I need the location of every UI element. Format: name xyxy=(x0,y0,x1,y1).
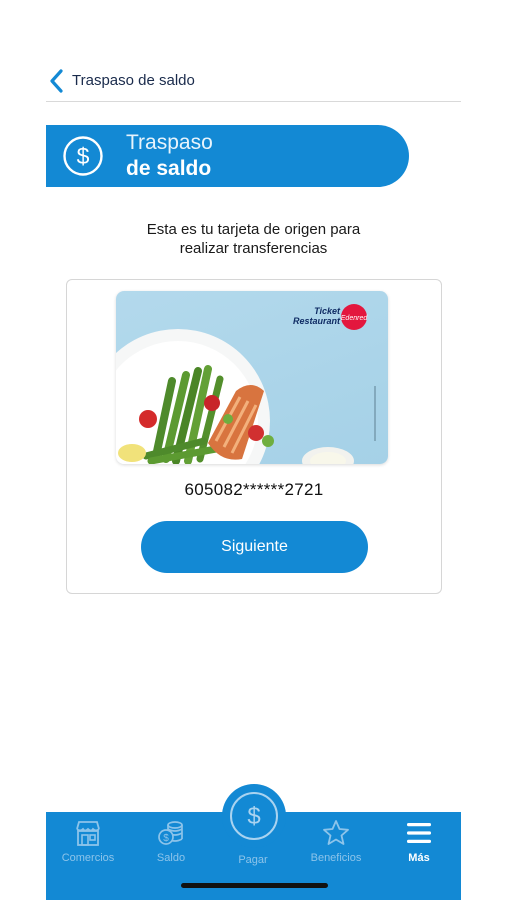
nav-title: Traspaso de saldo xyxy=(72,72,195,89)
card-illustration: Ticket Restaurant Edenred xyxy=(116,304,376,464)
tab-label: Saldo xyxy=(156,852,186,864)
card-brand-line1: Ticket xyxy=(314,306,341,316)
dollar-icon: $ xyxy=(247,803,260,830)
intro-text: Esta es tu tarjeta de origen para realiz… xyxy=(90,220,417,258)
tab-label: Beneficios xyxy=(310,852,362,864)
dollar-circle-icon: $ xyxy=(63,136,103,176)
svg-text:$: $ xyxy=(77,143,90,169)
card-number: 605082******2721 xyxy=(184,480,324,499)
top-nav-bar: Traspaso de saldo xyxy=(46,68,461,102)
section-banner: $ Traspaso de saldo xyxy=(46,125,409,187)
tab-pagar-button[interactable]: $ xyxy=(222,784,286,848)
pay-circle: $ xyxy=(230,792,278,840)
tab-label: Más xyxy=(408,852,430,864)
banner-title: Traspaso de saldo xyxy=(126,130,213,182)
coins-icon: $ xyxy=(158,821,183,845)
home-indicator xyxy=(181,883,328,888)
tab-label: Pagar xyxy=(238,854,268,866)
tab-mas[interactable]: Más xyxy=(384,818,454,864)
tab-label: Comercios xyxy=(61,852,115,864)
ticket-restaurant-card-image: Ticket Restaurant Edenred xyxy=(116,291,388,464)
tab-saldo[interactable]: $ Saldo xyxy=(136,818,206,864)
card-brand-badge: Edenred xyxy=(341,315,369,322)
banner-title-line2: de saldo xyxy=(126,157,212,180)
next-button[interactable]: Siguiente xyxy=(141,521,368,573)
svg-text:$: $ xyxy=(247,803,260,830)
tab-comercios[interactable]: Comercios xyxy=(53,818,123,864)
card-panel: Ticket Restaurant Edenred 605082******27… xyxy=(66,279,442,594)
tab-beneficios[interactable]: Beneficios xyxy=(301,818,371,864)
intro-line2: realizar transferencias xyxy=(179,240,328,257)
store-icon xyxy=(76,821,100,846)
back-button[interactable]: Traspaso de saldo xyxy=(46,68,195,94)
star-icon xyxy=(323,820,349,845)
intro-line1: Esta es tu tarjeta de origen para xyxy=(146,221,361,238)
tab-pagar[interactable]: Pagar xyxy=(218,850,288,866)
menu-icon xyxy=(407,823,431,843)
chevron-left-icon xyxy=(50,69,63,93)
svg-text:$: $ xyxy=(163,833,169,844)
banner-title-line1: Traspaso xyxy=(126,131,213,154)
card-brand-line2: Restaurant xyxy=(293,316,341,326)
